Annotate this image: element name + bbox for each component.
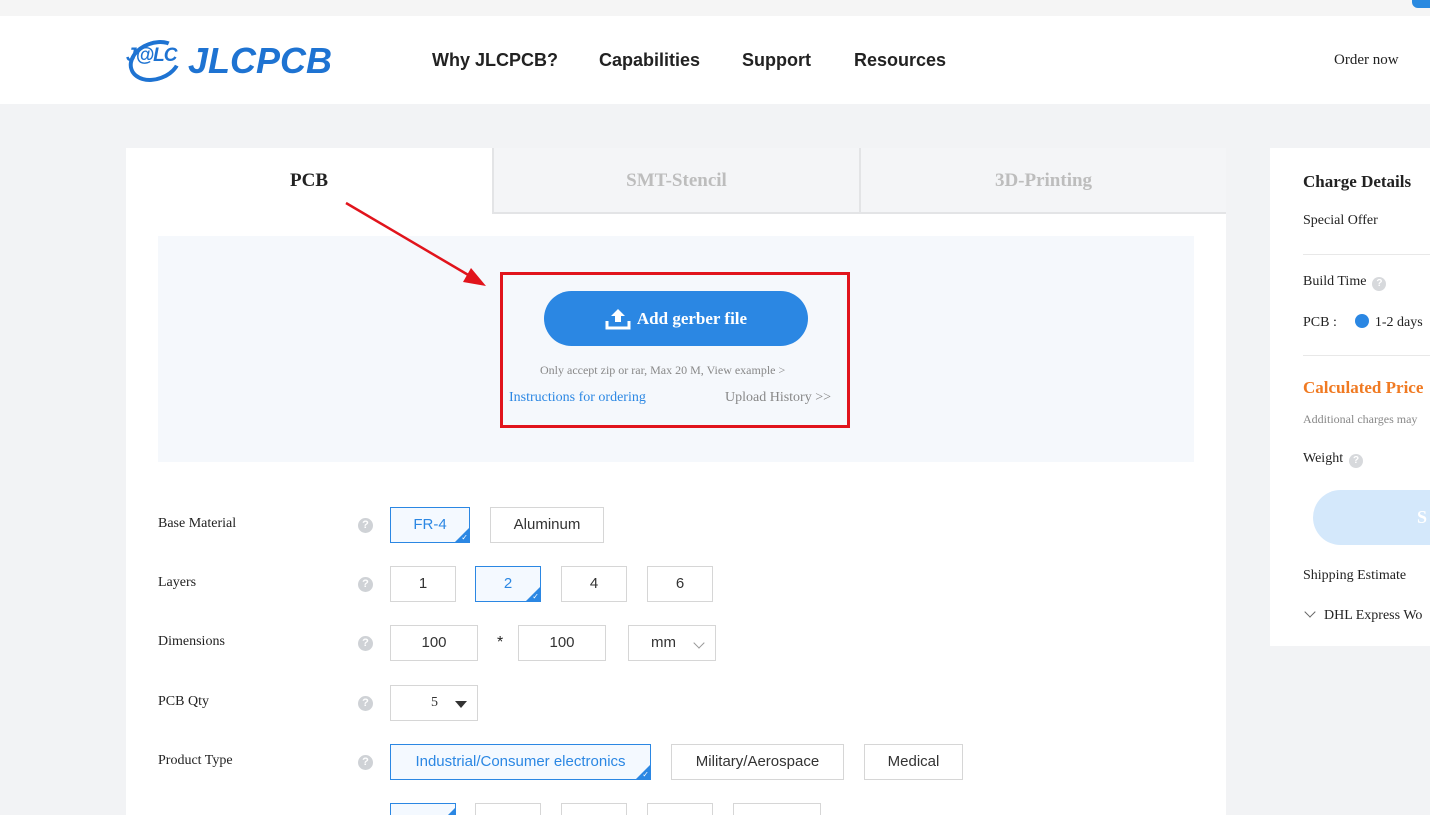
upload-icon xyxy=(605,308,631,329)
check-icon: ✓ xyxy=(642,770,649,779)
pcb-qty-label: PCB Qty xyxy=(158,694,209,709)
next-option-row xyxy=(158,803,1198,815)
quote-card: PCB SMT-Stencil 3D-Printing Add gerber f… xyxy=(126,148,1226,815)
option-industrial-consumer[interactable]: Industrial/Consumer electronics ✓ xyxy=(390,744,651,780)
jlcpcb-logo[interactable]: J@LC JLCPCB xyxy=(122,32,333,90)
upload-history-link[interactable]: Upload History >> xyxy=(725,390,831,406)
special-offer-label: Special Offer xyxy=(1303,213,1378,228)
weight-row: Weight? xyxy=(1303,451,1364,468)
unit-select[interactable]: mm xyxy=(628,625,716,661)
help-icon[interactable]: ? xyxy=(358,577,373,592)
shipping-estimate-label: Shipping Estimate xyxy=(1303,568,1407,583)
order-now-link[interactable]: Order now xyxy=(1334,52,1399,69)
dimensions-label: Dimensions xyxy=(158,634,225,649)
charge-details-title: Charge Details xyxy=(1303,172,1412,191)
pcb-time-label: PCB : xyxy=(1303,315,1337,330)
nav-why-jlcpcb[interactable]: Why JLCPCB? xyxy=(432,50,558,71)
next-option-4[interactable] xyxy=(647,803,713,815)
logo-wordmark: JLCPCB xyxy=(188,40,333,81)
next-option-2[interactable] xyxy=(475,803,541,815)
additional-charges-note: Additional charges may xyxy=(1303,412,1418,426)
help-icon[interactable]: ? xyxy=(358,755,373,770)
tab-pcb[interactable]: PCB xyxy=(126,148,492,214)
option-layers-1[interactable]: 1 xyxy=(390,566,456,602)
nav-capabilities[interactable]: Capabilities xyxy=(599,50,700,71)
option-military-aerospace[interactable]: Military/Aerospace xyxy=(671,744,844,780)
option-medical[interactable]: Medical xyxy=(864,744,963,780)
site-header: J@LC JLCPCB Why JLCPCB? Capabilities Sup… xyxy=(0,16,1430,104)
layers-label: Layers xyxy=(158,575,197,590)
option-industrial-label: Industrial/Consumer electronics xyxy=(415,753,626,770)
help-icon[interactable]: ? xyxy=(358,518,373,533)
calculated-price-title: Calculated Price xyxy=(1303,378,1424,397)
pcb-qty-select[interactable]: 5 xyxy=(390,685,478,721)
pcb-build-time-row: PCB : 1-2 days xyxy=(1303,314,1423,331)
option-layers-6[interactable]: 6 xyxy=(647,566,713,602)
divider xyxy=(1303,355,1430,356)
dimension-separator: * xyxy=(497,634,504,651)
add-gerber-file-label: Add gerber file xyxy=(636,308,748,328)
logo-badge: J@LC xyxy=(122,32,188,90)
radio-selected-icon[interactable] xyxy=(1354,314,1369,328)
option-layers-2[interactable]: 2 ✓ xyxy=(475,566,541,602)
pcb-qty-row: PCB Qty ? 5 xyxy=(158,685,1198,721)
divider xyxy=(1303,254,1430,255)
width-input[interactable]: 100 xyxy=(390,625,478,661)
nav-support[interactable]: Support xyxy=(742,50,811,71)
help-icon[interactable]: ? xyxy=(1372,277,1387,291)
option-aluminum[interactable]: Aluminum xyxy=(490,507,604,543)
charge-details-panel: Charge Details Special Offer Build Time?… xyxy=(1270,148,1430,646)
tab-3d-printing[interactable]: 3D-Printing xyxy=(859,148,1226,214)
check-icon: ✓ xyxy=(532,592,539,601)
next-option-5[interactable] xyxy=(733,803,821,815)
upload-note[interactable]: Only accept zip or rar, Max 20 M, View e… xyxy=(540,363,785,378)
height-input[interactable]: 100 xyxy=(518,625,606,661)
base-material-label: Base Material xyxy=(158,516,237,531)
option-fr4[interactable]: FR-4 ✓ xyxy=(390,507,470,543)
build-time-row: Build Time? xyxy=(1303,274,1387,291)
next-option-3[interactable] xyxy=(561,803,627,815)
help-icon[interactable]: ? xyxy=(358,636,373,651)
caret-down-icon xyxy=(455,701,467,708)
option-layers-2-label: 2 xyxy=(503,575,513,592)
chevron-down-icon xyxy=(1304,606,1316,618)
product-tabs: PCB SMT-Stencil 3D-Printing xyxy=(126,148,1226,214)
layers-row: Layers ? 1 2 ✓ 4 6 xyxy=(158,566,1198,602)
help-icon[interactable]: ? xyxy=(358,696,373,711)
pcb-qty-value: 5 xyxy=(431,695,438,710)
weight-label: Weight xyxy=(1303,451,1344,466)
next-option-1[interactable] xyxy=(390,803,456,815)
browser-top-strip xyxy=(0,0,1430,16)
dimensions-row: Dimensions ? 100 * 100 mm xyxy=(158,625,1198,661)
nav-resources[interactable]: Resources xyxy=(854,50,946,71)
option-fr4-label: FR-4 xyxy=(413,516,447,533)
instructions-link[interactable]: Instructions for ordering xyxy=(509,390,646,406)
option-layers-4[interactable]: 4 xyxy=(561,566,627,602)
add-gerber-file-button[interactable]: Add gerber file xyxy=(544,291,808,346)
check-icon: ✓ xyxy=(461,533,468,542)
upload-zone[interactable]: Add gerber file Only accept zip or rar, … xyxy=(158,236,1194,462)
help-icon[interactable]: ? xyxy=(1349,454,1364,468)
build-time-label: Build Time xyxy=(1303,274,1367,289)
tab-smt-stencil[interactable]: SMT-Stencil xyxy=(492,148,859,214)
shipping-method-value: DHL Express Wo xyxy=(1324,608,1423,623)
chevron-down-icon xyxy=(693,637,705,649)
corner-indicator xyxy=(1412,0,1430,8)
pcb-time-value: 1-2 days xyxy=(1374,315,1423,330)
shipping-method-select[interactable]: DHL Express Wo xyxy=(1303,606,1423,624)
logo-badge-text: J@LC xyxy=(126,45,177,66)
save-to-cart-button[interactable]: S xyxy=(1313,490,1430,545)
unit-select-value: mm xyxy=(651,634,676,651)
product-type-label: Product Type xyxy=(158,753,233,768)
product-type-row: Product Type ? Industrial/Consumer elect… xyxy=(158,744,1198,780)
base-material-row: Base Material ? FR-4 ✓ Aluminum xyxy=(158,507,1198,543)
